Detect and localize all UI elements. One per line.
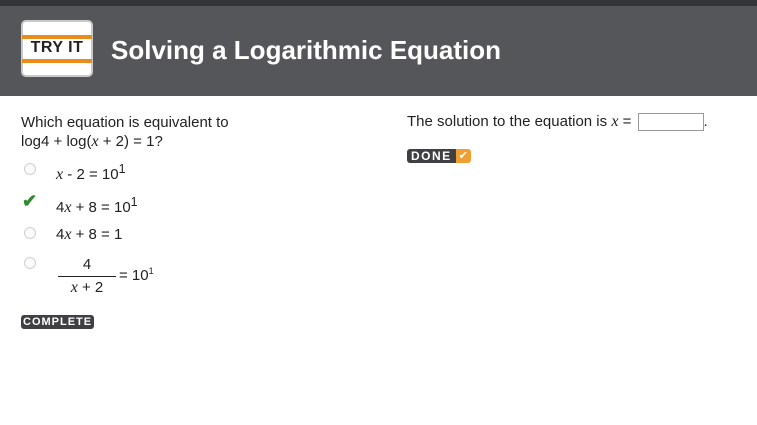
- logo-stripe-bottom: [22, 59, 92, 63]
- option-exponent: 1: [118, 162, 126, 176]
- solution-text: The solution to the equation is: [407, 113, 612, 130]
- option-equation-text: + 8 = 1: [71, 226, 123, 243]
- solution-equals: =: [618, 113, 636, 130]
- question-line-2: log4 + log(x + 2) = 1?: [21, 132, 271, 151]
- option-equation-text: = 10: [119, 267, 149, 284]
- question-line-1: Which equation is equivalent to: [21, 114, 229, 131]
- answer-option-2[interactable]: ✔ 4x + 8 = 101: [21, 191, 221, 217]
- fraction-denominator: x + 2: [56, 279, 118, 297]
- option-variable: x: [70, 279, 78, 296]
- logo-text: TRY IT: [30, 39, 84, 56]
- question-variable: x: [91, 133, 99, 150]
- denominator-text: + 2: [77, 279, 104, 296]
- answer-option-3[interactable]: 4x + 8 = 1: [21, 226, 221, 246]
- solution-prompt: The solution to the equation is x = .: [407, 113, 708, 132]
- question-log-text: log4 + log(: [21, 133, 92, 150]
- fraction-numerator: 4: [82, 256, 92, 273]
- radio-button[interactable]: [24, 227, 36, 239]
- option-label: x - 2 = 101: [56, 162, 126, 184]
- option-fraction: 4 x + 2: [56, 256, 118, 297]
- option-equation-text: - 2 = 10: [63, 166, 119, 183]
- done-button[interactable]: DONE ✔: [407, 149, 471, 163]
- radio-button[interactable]: [24, 257, 36, 269]
- answer-option-1[interactable]: x - 2 = 101: [21, 162, 221, 184]
- page-title: Solving a Logarithmic Equation: [111, 35, 502, 65]
- option-exponent: 1: [148, 266, 154, 276]
- question-tail-text: + 2) = 1?: [98, 133, 163, 150]
- answer-option-4[interactable]: 4 x + 2 = 101: [21, 256, 221, 300]
- try-it-logo: TRY IT: [21, 20, 93, 77]
- question-text: Which equation is equivalent to log4 + l…: [21, 113, 271, 151]
- checkmark-icon: ✔: [22, 191, 38, 211]
- complete-badge: COMPLETE: [21, 315, 95, 329]
- option-label: 4x + 8 = 101: [56, 195, 138, 217]
- header-bar: TRY IT Solving a Logarithmic Equation: [0, 6, 757, 96]
- checkbox-check-icon[interactable]: ✔: [455, 149, 471, 163]
- solution-period: .: [703, 113, 708, 130]
- radio-button[interactable]: [24, 163, 36, 175]
- answer-input[interactable]: [637, 113, 704, 132]
- option-exponent: 1: [130, 195, 138, 209]
- fraction-right-side: = 101: [119, 266, 154, 284]
- fraction-bar: [58, 276, 116, 277]
- done-button-label[interactable]: DONE: [407, 149, 456, 163]
- option-equation-text: + 8 = 10: [71, 199, 131, 216]
- option-label: 4x + 8 = 1: [56, 226, 122, 244]
